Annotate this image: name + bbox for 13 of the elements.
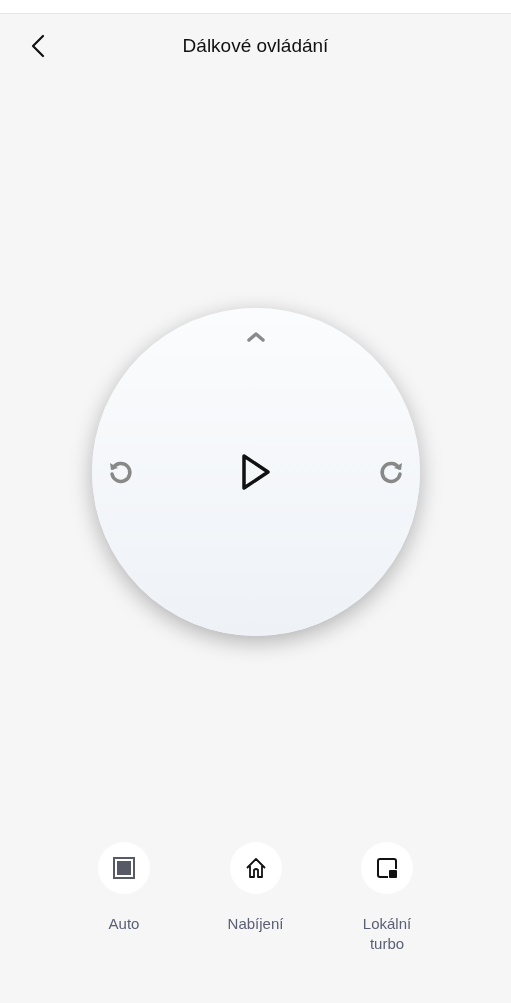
home-icon <box>244 857 267 879</box>
back-icon <box>31 34 45 58</box>
spot-square-icon <box>376 857 398 879</box>
mode-label: Lokální turbo <box>361 914 413 954</box>
play-icon <box>239 452 272 492</box>
rotate-right-icon <box>378 459 405 485</box>
page-title: Dálkové ovládání <box>182 33 329 58</box>
mode-button[interactable] <box>98 842 150 894</box>
chevron-up-icon <box>245 331 266 343</box>
mode-button[interactable] <box>361 842 413 894</box>
mode-label: Nabíjení <box>226 914 285 934</box>
mode-label: Auto <box>107 914 141 934</box>
square-icon <box>113 857 135 879</box>
